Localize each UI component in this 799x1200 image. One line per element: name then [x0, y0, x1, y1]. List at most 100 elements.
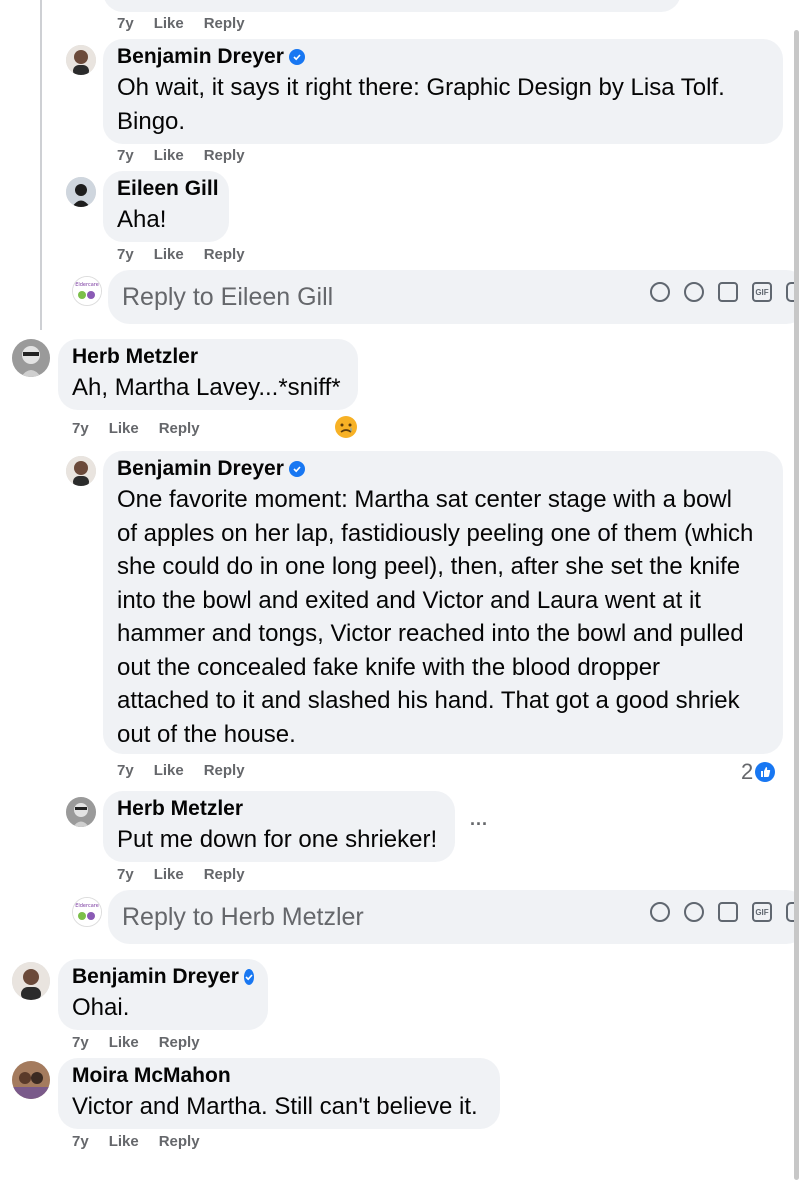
author-name[interactable]: Herb Metzler [117, 795, 243, 823]
reply-link[interactable]: Reply [204, 866, 245, 883]
camera-icon[interactable] [718, 902, 738, 922]
comment-bubble: Benjamin Dreyer Ohai. [58, 959, 268, 1030]
avatar[interactable] [66, 177, 96, 207]
comment-text: Victor and Martha. Still can't believe i… [72, 1090, 486, 1124]
avatar-logo-text: Eldercare [75, 903, 99, 909]
reply-input[interactable]: Reply to Eileen Gill GIF [108, 270, 799, 324]
reply-placeholder: Reply to Herb Metzler [122, 902, 364, 931]
reaction-summary[interactable]: 2 [741, 759, 776, 785]
more-options-icon[interactable]: ... [470, 809, 488, 830]
like-link[interactable]: Like [154, 15, 184, 32]
comment-line: out the concealed fake knife with the bl… [117, 653, 661, 681]
reply-placeholder: Reply to Eileen Gill [122, 282, 334, 311]
comment-meta: 7y Like Reply [117, 866, 245, 883]
comment-bubble-partial [103, 0, 681, 12]
comment-author[interactable]: Benjamin Dreyer [72, 963, 254, 991]
comment-bubble: Benjamin Dreyer Oh wait, it says it righ… [103, 39, 783, 144]
avatar-logo-text: Eldercare [75, 282, 99, 288]
author-name[interactable]: Benjamin Dreyer [117, 43, 284, 71]
like-link[interactable]: Like [109, 420, 139, 437]
comment-author[interactable]: Herb Metzler [72, 343, 344, 371]
reply-link[interactable]: Reply [204, 246, 245, 263]
verified-badge-icon [288, 461, 305, 477]
comment-bubble: Eileen Gill Aha! [103, 171, 229, 242]
emoji-icon[interactable] [684, 282, 704, 302]
avatar[interactable] [12, 339, 50, 377]
comment-author[interactable]: Benjamin Dreyer [117, 455, 769, 483]
comment-line: Aha! [117, 206, 167, 233]
reply-link[interactable]: Reply [159, 420, 200, 437]
reply-toolbar: GIF [650, 902, 799, 922]
comment-meta: 7y Like Reply [72, 1034, 200, 1051]
avatar[interactable] [12, 962, 50, 1000]
like-link[interactable]: Like [109, 1034, 139, 1051]
scrollbar[interactable] [794, 30, 799, 1180]
like-link[interactable]: Like [154, 147, 184, 164]
like-link[interactable]: Like [154, 246, 184, 263]
like-link[interactable]: Like [154, 762, 184, 779]
author-name[interactable]: Herb Metzler [72, 343, 198, 371]
comment-bubble: Moira McMahon Victor and Martha. Still c… [58, 1058, 500, 1129]
reply-link[interactable]: Reply [204, 762, 245, 779]
comment-line: into the bowl and exited and Victor and … [117, 586, 701, 614]
comment-time: 7y [72, 1133, 89, 1150]
reply-link[interactable]: Reply [159, 1034, 200, 1051]
sad-reaction-icon[interactable] [334, 415, 358, 439]
comment-meta: 7y Like Reply [117, 147, 245, 164]
comment-meta: 7y Like Reply [72, 1133, 200, 1150]
comment-line: of apples on her lap, fastidiously peeli… [117, 519, 754, 547]
camera-icon[interactable] [718, 282, 738, 302]
comment-bubble: Benjamin Dreyer One favorite moment: Mar… [103, 451, 783, 754]
comment-line: she could do in one long peel), then, af… [117, 553, 741, 580]
my-avatar: Eldercare [72, 897, 102, 927]
author-name[interactable]: Moira McMahon [72, 1062, 231, 1090]
avatar[interactable] [66, 797, 96, 827]
comment-meta: 7y Like Reply [117, 246, 245, 263]
comment-author[interactable]: Benjamin Dreyer [117, 43, 769, 71]
sticker-icon[interactable] [650, 902, 670, 922]
like-reaction-icon [755, 762, 776, 782]
like-link[interactable]: Like [154, 866, 184, 883]
reply-toolbar: GIF [650, 282, 799, 302]
comment-line: hammer and tongs, Victor reached into th… [117, 620, 744, 647]
comment-author[interactable]: Herb Metzler [117, 795, 441, 823]
verified-badge-icon [288, 49, 305, 65]
sticker-icon[interactable] [650, 282, 670, 302]
verified-badge-icon [243, 969, 254, 985]
comment-time: 7y [72, 420, 89, 437]
reply-link[interactable]: Reply [204, 147, 245, 164]
comment-line: One favorite moment: Martha sat center s… [117, 486, 732, 513]
avatar[interactable] [66, 45, 96, 75]
avatar[interactable] [66, 456, 96, 486]
comment-text: Put me down for one shrieker! [117, 823, 441, 857]
comment-bubble: Herb Metzler Put me down for one shrieke… [103, 791, 455, 862]
author-name[interactable]: Benjamin Dreyer [117, 455, 284, 483]
author-name[interactable]: Eileen Gill [117, 175, 219, 203]
comment-line: Bingo. [117, 107, 186, 135]
comment-line: out of the house. [117, 720, 296, 748]
gif-icon[interactable]: GIF [752, 282, 772, 302]
comment-time: 7y [117, 246, 134, 263]
like-link[interactable]: Like [109, 1133, 139, 1150]
comment-line: Victor and Martha. Still can't believe i… [72, 1093, 478, 1120]
comment-time: 7y [117, 762, 134, 779]
comment-text: Ah, Martha Lavey...*sniff* [72, 371, 344, 405]
author-name[interactable]: Benjamin Dreyer [72, 963, 239, 991]
thread-line [40, 0, 42, 330]
comment-text: One favorite moment: Martha sat center s… [117, 483, 769, 751]
comment-time: 7y [117, 866, 134, 883]
comment-text: Ohai. [72, 991, 254, 1025]
gif-icon[interactable]: GIF [752, 902, 772, 922]
comment-author[interactable]: Eileen Gill [117, 175, 219, 203]
comment-text: Oh wait, it says it right there: Graphic… [117, 71, 769, 138]
reaction-count: 2 [741, 759, 754, 784]
avatar[interactable] [12, 1061, 50, 1099]
reply-input[interactable]: Reply to Herb Metzler GIF [108, 890, 799, 944]
comment-text: Aha! [117, 203, 215, 237]
comment-meta: 7y Like Reply [117, 15, 245, 32]
reply-link[interactable]: Reply [159, 1133, 200, 1150]
emoji-icon[interactable] [684, 902, 704, 922]
comment-author[interactable]: Moira McMahon [72, 1062, 486, 1090]
reply-link[interactable]: Reply [204, 15, 245, 32]
comment-bubble: Herb Metzler Ah, Martha Lavey...*sniff* [58, 339, 358, 410]
